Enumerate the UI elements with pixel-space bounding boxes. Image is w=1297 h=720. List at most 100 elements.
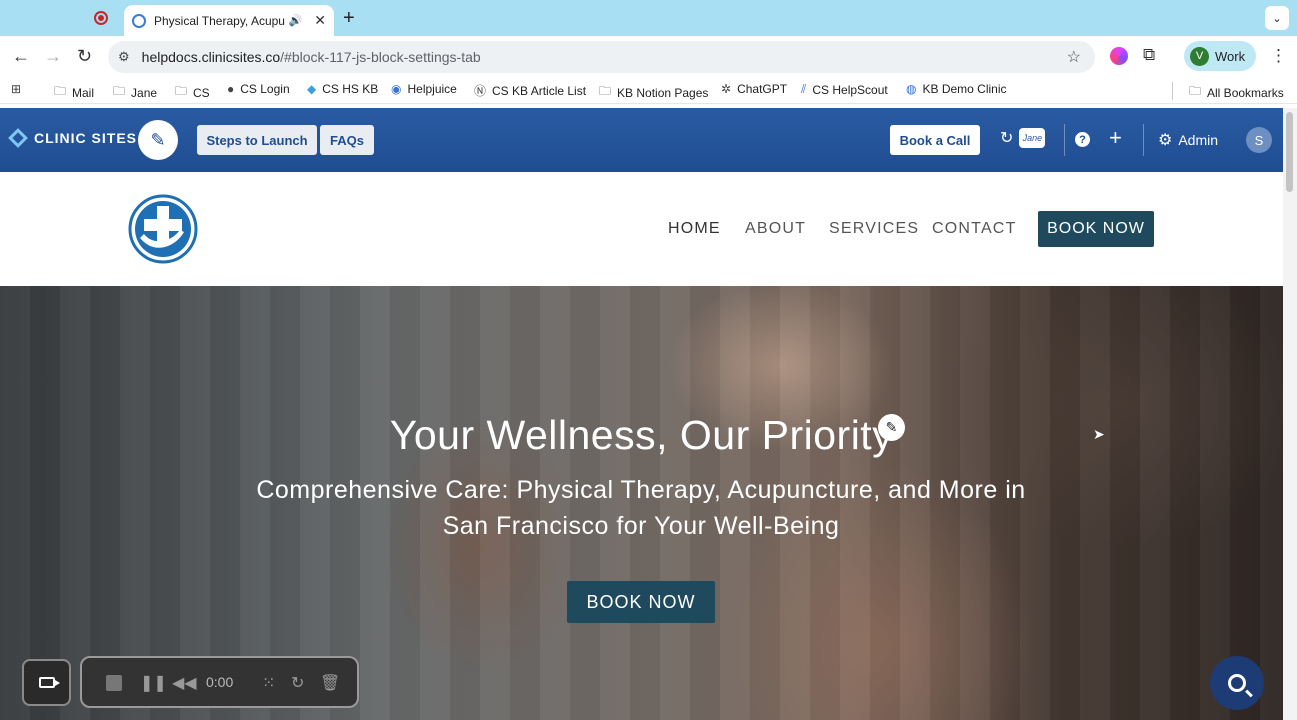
- brand-name: CLINIC SITES: [34, 130, 138, 146]
- bookmark-label: KB Demo Clinic: [922, 82, 1007, 96]
- profile-button[interactable]: V Work: [1184, 41, 1256, 71]
- bookmark-cs-hs-kb[interactable]: ◆ CS HS KB: [307, 82, 378, 96]
- bookmark-cs-helpscout[interactable]: ⫽ CS HelpScout: [801, 82, 888, 97]
- user-avatar[interactable]: S: [1246, 127, 1272, 153]
- bookmark-kb-demo-clinic[interactable]: ◍ KB Demo Clinic: [906, 82, 1007, 96]
- reload-icon[interactable]: ↻: [77, 46, 92, 67]
- bookmark-cs[interactable]: 🗀 CS: [175, 82, 210, 103]
- folder-icon: 🗀: [175, 84, 188, 98]
- helpjuice-icon: ◉: [391, 82, 402, 96]
- speaker-icon[interactable]: 🔊: [289, 14, 303, 27]
- back-icon[interactable]: ←: [12, 46, 30, 67]
- url-text: helpdocs.clinicsites.co/#block-117-js-bl…: [142, 49, 481, 65]
- trash-icon[interactable]: 🗑: [320, 673, 340, 693]
- folder-icon: 🗀: [113, 84, 126, 98]
- clinic-logo[interactable]: [128, 194, 198, 264]
- nav-services[interactable]: SERVICES: [829, 220, 919, 238]
- admin-label: Admin: [1178, 132, 1219, 148]
- pause-icon[interactable]: ❚❚: [140, 673, 167, 693]
- bookmark-cs-kb-article-list[interactable]: Ⓝ CS KB Article List: [474, 82, 586, 99]
- clinic-sites-logo[interactable]: CLINIC SITES: [8, 128, 138, 148]
- bookmark-chatgpt[interactable]: ✲ ChatGPT: [721, 82, 787, 96]
- bookmark-label: Helpjuice: [407, 82, 457, 96]
- stop-recording-icon[interactable]: [106, 675, 122, 691]
- nav-about[interactable]: ABOUT: [745, 220, 806, 238]
- sync-icon: ↻: [1000, 130, 1014, 147]
- helpscout-icon: ⫽: [801, 82, 807, 96]
- bookmark-label: CS KB Article List: [492, 83, 587, 98]
- bookmark-label: ChatGPT: [737, 82, 788, 96]
- diamond-icon: ◆: [307, 82, 317, 96]
- globe-icon: ●: [227, 82, 235, 96]
- gear-icon: ⚙: [1158, 132, 1173, 149]
- url-host: helpdocs.clinicsites.co: [141, 49, 281, 65]
- new-tab-icon[interactable]: +: [343, 7, 355, 30]
- browser-menu-icon[interactable]: ⋮: [1270, 46, 1287, 66]
- bookmarks-divider: [1172, 82, 1173, 100]
- bookmark-label: Mail: [72, 85, 95, 100]
- jane-sync-button[interactable]: ↻ Jane: [1000, 128, 1046, 148]
- recording-icon[interactable]: [94, 11, 108, 25]
- address-bar[interactable]: ⚙ helpdocs.clinicsites.co/#block-117-js-…: [108, 41, 1095, 73]
- recording-timer: 0:00: [206, 674, 234, 690]
- restart-icon[interactable]: ↻: [291, 673, 304, 693]
- folder-icon: 🗀: [599, 84, 612, 98]
- all-bookmarks[interactable]: 🗀 All Bookmarks: [1189, 82, 1284, 103]
- jane-badge: Jane: [1019, 128, 1046, 148]
- tab-search-chevron-icon[interactable]: ⌄: [1265, 6, 1289, 30]
- recording-controls: ❚❚ ◀◀ 0:00 ⁙ ↻ 🗑: [80, 656, 359, 708]
- camera-toggle-button[interactable]: [22, 659, 71, 706]
- bookmark-jane[interactable]: 🗀 Jane: [113, 82, 157, 103]
- all-bookmarks-label: All Bookmarks: [1207, 85, 1284, 100]
- browser-tab-active[interactable]: Physical Therapy, Acupun 🔊 ✕: [124, 5, 334, 36]
- bookmark-label: CS HelpScout: [812, 82, 888, 97]
- hero-section: Your Wellness, Our Priority ✎ Comprehens…: [0, 286, 1283, 720]
- chatgpt-icon: ✲: [721, 82, 732, 96]
- help-icon[interactable]: ?: [1075, 132, 1090, 147]
- bookmark-star-icon[interactable]: ☆: [1067, 47, 1081, 67]
- extension-icon[interactable]: [1110, 47, 1128, 65]
- clinic-sites-admin-bar: CLINIC SITES ✎ Steps to Launch FAQs Book…: [0, 108, 1283, 172]
- forward-icon[interactable]: →: [44, 46, 62, 67]
- book-a-call-button[interactable]: Book a Call: [890, 125, 980, 155]
- browser-toolbar: ← → ↻ ⚙ helpdocs.clinicsites.co/#block-1…: [0, 36, 1297, 78]
- site-info-icon[interactable]: ⚙: [118, 49, 130, 65]
- bookmark-label: CS Login: [240, 82, 290, 96]
- nav-book-now-button[interactable]: BOOK NOW: [1038, 211, 1154, 247]
- site-favicon-icon: [132, 13, 146, 28]
- nav-home[interactable]: HOME: [668, 220, 721, 238]
- bookmark-label: Jane: [131, 85, 158, 100]
- browser-tab-strip: Physical Therapy, Acupun 🔊 ✕ + ⌄: [0, 0, 1297, 36]
- clinic-sites-diamond-icon: [8, 128, 28, 148]
- bookmark-helpjuice[interactable]: ◉ Helpjuice: [391, 82, 457, 96]
- help-search-button[interactable]: [1210, 656, 1264, 710]
- bookmark-label: CS: [193, 85, 210, 100]
- rewind-icon[interactable]: ◀◀: [172, 673, 197, 693]
- toolbar-divider: [1143, 124, 1144, 156]
- faqs-button[interactable]: FAQs: [320, 125, 374, 155]
- folder-icon: 🗀: [1189, 84, 1202, 98]
- add-icon[interactable]: +: [1109, 125, 1122, 151]
- profile-label: Work: [1215, 48, 1246, 64]
- mouse-cursor-icon: ➤: [1093, 426, 1105, 442]
- page-scrollbar-track[interactable]: [1283, 108, 1297, 720]
- bookmark-label: CS HS KB: [322, 82, 379, 96]
- tab-title: Physical Therapy, Acupun: [154, 13, 285, 28]
- hero-subtitle: Comprehensive Care: Physical Therapy, Ac…: [256, 476, 1026, 540]
- admin-menu[interactable]: ⚙ Admin: [1158, 130, 1218, 150]
- bookmark-mail[interactable]: 🗀 Mail: [54, 82, 94, 103]
- apps-grid-icon[interactable]: ⊞: [11, 82, 27, 96]
- extensions-puzzle-icon[interactable]: ⧉: [1143, 45, 1155, 65]
- bookmark-cs-login[interactable]: ● CS Login: [227, 82, 290, 96]
- folder-icon: 🗀: [54, 84, 67, 98]
- bookmark-kb-notion-pages[interactable]: 🗀 KB Notion Pages: [599, 82, 708, 103]
- edit-pencil-icon[interactable]: ✎: [138, 120, 178, 160]
- hero-book-now-button[interactable]: BOOK NOW: [567, 581, 715, 623]
- steps-to-launch-button[interactable]: Steps to Launch: [197, 125, 317, 155]
- drawing-tool-icon[interactable]: ⁙: [262, 673, 275, 693]
- close-tab-icon[interactable]: ✕: [314, 12, 326, 29]
- page-scrollbar-thumb[interactable]: [1286, 112, 1293, 192]
- site-header: HOME ABOUT SERVICES CONTACT BOOK NOW: [0, 172, 1283, 286]
- hero-edit-pencil-icon[interactable]: ✎: [878, 414, 905, 441]
- nav-contact[interactable]: CONTACT: [932, 220, 1017, 238]
